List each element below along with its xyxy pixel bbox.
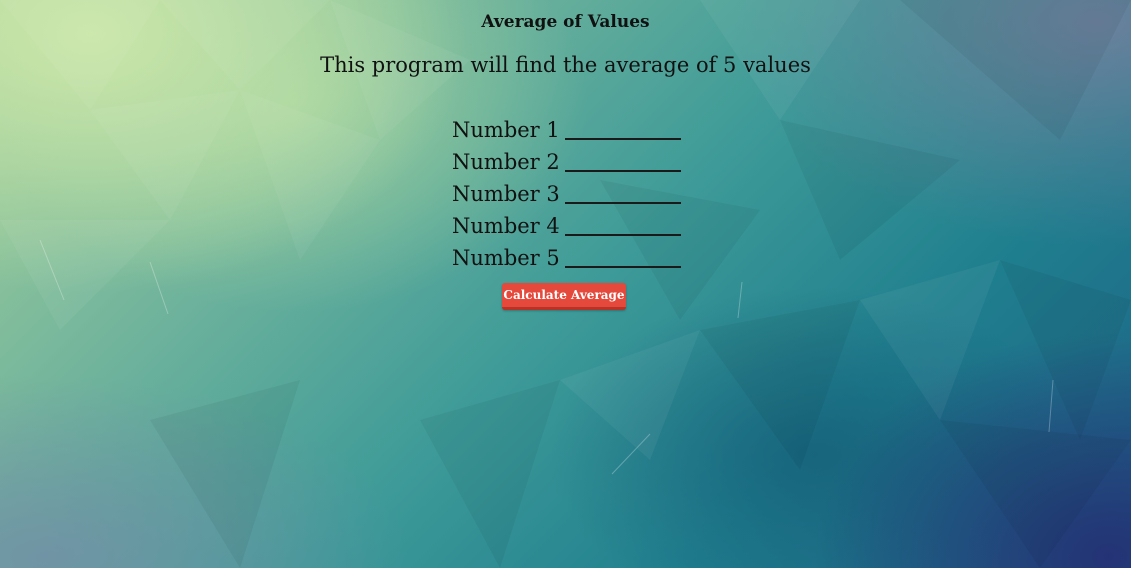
number-1-input[interactable]	[564, 116, 681, 140]
calculate-average-button[interactable]: Calculate Average	[502, 283, 626, 310]
number-2-label: Number 2	[452, 150, 560, 174]
page-title: Average of Values	[481, 12, 650, 32]
number-5-row: Number 5	[452, 241, 692, 273]
number-2-row: Number 2	[452, 145, 692, 177]
page-subtitle: This program will find the average of 5 …	[320, 53, 811, 77]
average-form: Number 1 Number 2 Number 3 Number 4 Numb…	[452, 113, 692, 273]
number-3-label: Number 3	[452, 182, 560, 206]
number-1-row: Number 1	[452, 113, 692, 145]
number-4-row: Number 4	[452, 209, 692, 241]
number-4-input[interactable]	[564, 212, 681, 236]
number-4-label: Number 4	[452, 214, 560, 238]
number-2-input[interactable]	[564, 148, 681, 172]
number-5-input[interactable]	[564, 244, 681, 268]
number-3-input[interactable]	[564, 180, 681, 204]
number-3-row: Number 3	[452, 177, 692, 209]
number-5-label: Number 5	[452, 246, 560, 270]
number-1-label: Number 1	[452, 118, 560, 142]
